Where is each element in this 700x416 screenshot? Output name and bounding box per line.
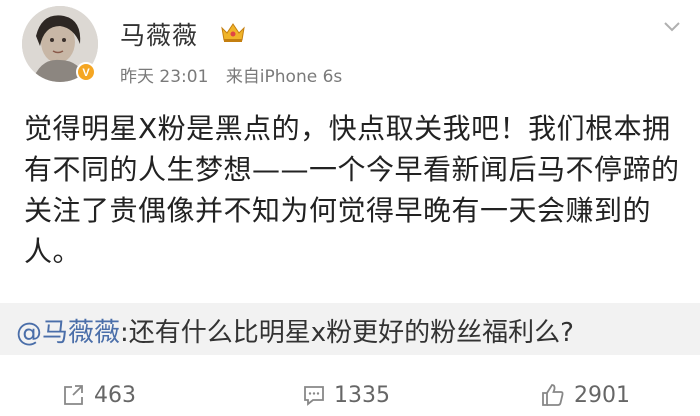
action-bar: 463 1335 2901	[0, 370, 700, 416]
post-body: 觉得明星X粉是黑点的，快点取关我吧！我们根本拥有不同的人生梦想——一个今早看新闻…	[24, 112, 680, 268]
post-source[interactable]: 来自iPhone 6s	[226, 67, 342, 87]
repost-count: 463	[94, 382, 136, 408]
username[interactable]: 马薇薇	[120, 16, 198, 52]
comment-icon	[304, 386, 324, 406]
repost-text: @马薇薇:还有什么比明星x粉更好的粉丝福利么?	[16, 312, 574, 349]
repost-quote[interactable]: @马薇薇:还有什么比明星x粉更好的粉丝福利么?	[0, 303, 700, 355]
comment-count: 1335	[334, 382, 390, 408]
repost-button[interactable]: 463	[62, 380, 136, 410]
thumbs-up-icon	[542, 384, 564, 406]
weibo-card: V 马薇薇 昨天 23:01 来自iPhone 6s 觉得明星X粉是黑点的，快点…	[0, 0, 700, 416]
chevron-down-icon[interactable]	[660, 14, 684, 38]
svg-text:V: V	[82, 67, 90, 79]
repost-content: :还有什么比明星x粉更好的粉丝福利么?	[120, 318, 574, 348]
comment-button[interactable]: 1335	[302, 380, 390, 410]
post-meta: 昨天 23:01 来自iPhone 6s	[120, 62, 354, 87]
like-count: 2901	[574, 382, 630, 408]
like-button[interactable]: 2901	[540, 380, 630, 410]
post-time: 昨天 23:01	[120, 67, 209, 87]
repost-mention[interactable]: @马薇薇	[16, 318, 120, 348]
crown-icon	[221, 23, 245, 42]
verified-badge-icon: V	[76, 62, 96, 82]
post: V 马薇薇 昨天 23:01 来自iPhone 6s 觉得明星X粉是黑点的，快点…	[0, 0, 700, 300]
repost-icon	[64, 385, 83, 405]
